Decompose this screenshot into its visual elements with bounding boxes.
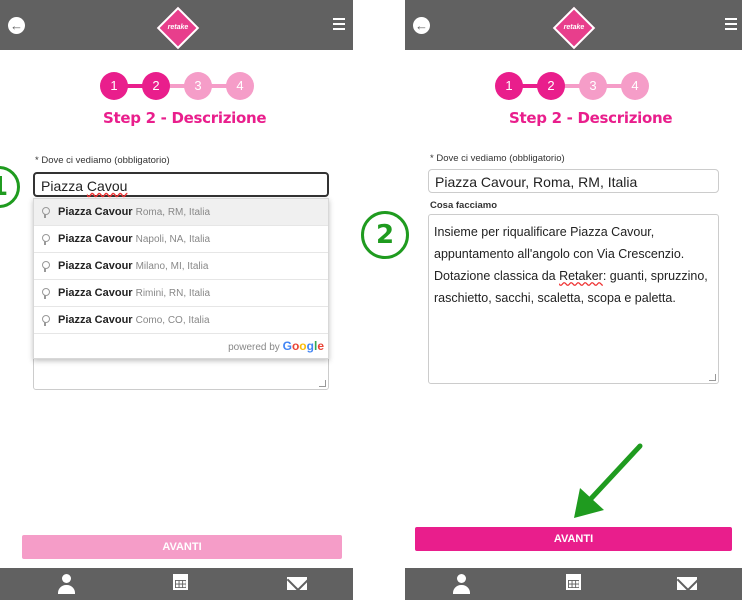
left-screen: ← retake 1 2 3 4 Step 2 - Descrizione * … [0, 0, 353, 600]
step-indicator: 1 2 3 4 [100, 72, 255, 100]
powered-by-google: powered by Google [228, 339, 324, 353]
step-2: 2 [537, 72, 565, 100]
next-button[interactable]: AVANTI [22, 535, 342, 559]
description-textarea[interactable]: Insieme per riqualificare Piazza Cavour,… [428, 214, 719, 384]
suggestion-item[interactable]: Piazza Cavour Napoli, NA, Italia [34, 226, 328, 253]
back-arrow-icon[interactable]: ← [8, 17, 25, 34]
mail-icon[interactable] [677, 577, 697, 590]
calendar-icon[interactable] [173, 574, 188, 590]
bottom-nav [405, 568, 742, 600]
step-2: 2 [142, 72, 170, 100]
logo-icon: retake [552, 6, 596, 50]
place-label: * Dove ci vediamo (obbligatorio) [35, 155, 170, 166]
place-label: * Dove ci vediamo (obbligatorio) [430, 153, 565, 164]
step-indicator: 1 2 3 4 [495, 72, 650, 100]
top-bar: ← retake [0, 0, 353, 50]
description-text: Insieme per riqualificare Piazza Cavour,… [434, 225, 708, 305]
description-label: Cosa facciamo [430, 200, 498, 211]
user-icon[interactable] [453, 574, 470, 594]
hamburger-menu-icon[interactable] [725, 18, 737, 32]
annotation-badge-2: 2 [361, 211, 409, 259]
place-input[interactable]: Piazza Cavour, Roma, RM, Italia [428, 169, 719, 193]
step-4: 4 [621, 72, 649, 100]
step-1: 1 [495, 72, 523, 100]
top-bar: ← retake [405, 0, 742, 50]
next-button[interactable]: AVANTI [415, 527, 732, 551]
step-4: 4 [226, 72, 254, 100]
step-title: Step 2 - Descrizione [509, 109, 673, 127]
mail-icon[interactable] [287, 577, 307, 590]
user-icon[interactable] [58, 574, 75, 594]
suggestion-item[interactable]: Piazza Cavour Como, CO, Italia [34, 307, 328, 334]
autocomplete-dropdown: Piazza Cavour Roma, RM, Italia Piazza Cav… [33, 198, 329, 359]
step-3: 3 [184, 72, 212, 100]
step-title: Step 2 - Descrizione [103, 109, 267, 127]
suggestion-item[interactable]: Piazza Cavour Rimini, RN, Italia [34, 280, 328, 307]
calendar-icon[interactable] [566, 574, 581, 590]
hamburger-menu-icon[interactable] [333, 18, 345, 32]
suggestion-item[interactable]: Piazza Cavour Roma, RM, Italia [34, 199, 328, 226]
step-3: 3 [579, 72, 607, 100]
suggestion-item[interactable]: Piazza Cavour Milano, MI, Italia [34, 253, 328, 280]
green-arrow-icon [574, 443, 643, 518]
step-1: 1 [100, 72, 128, 100]
logo-icon: retake [156, 6, 200, 50]
google-logo: Google [282, 339, 324, 353]
back-arrow-icon[interactable]: ← [413, 17, 430, 34]
bottom-nav [0, 568, 353, 600]
place-input[interactable]: Piazza Cavou [33, 172, 329, 197]
